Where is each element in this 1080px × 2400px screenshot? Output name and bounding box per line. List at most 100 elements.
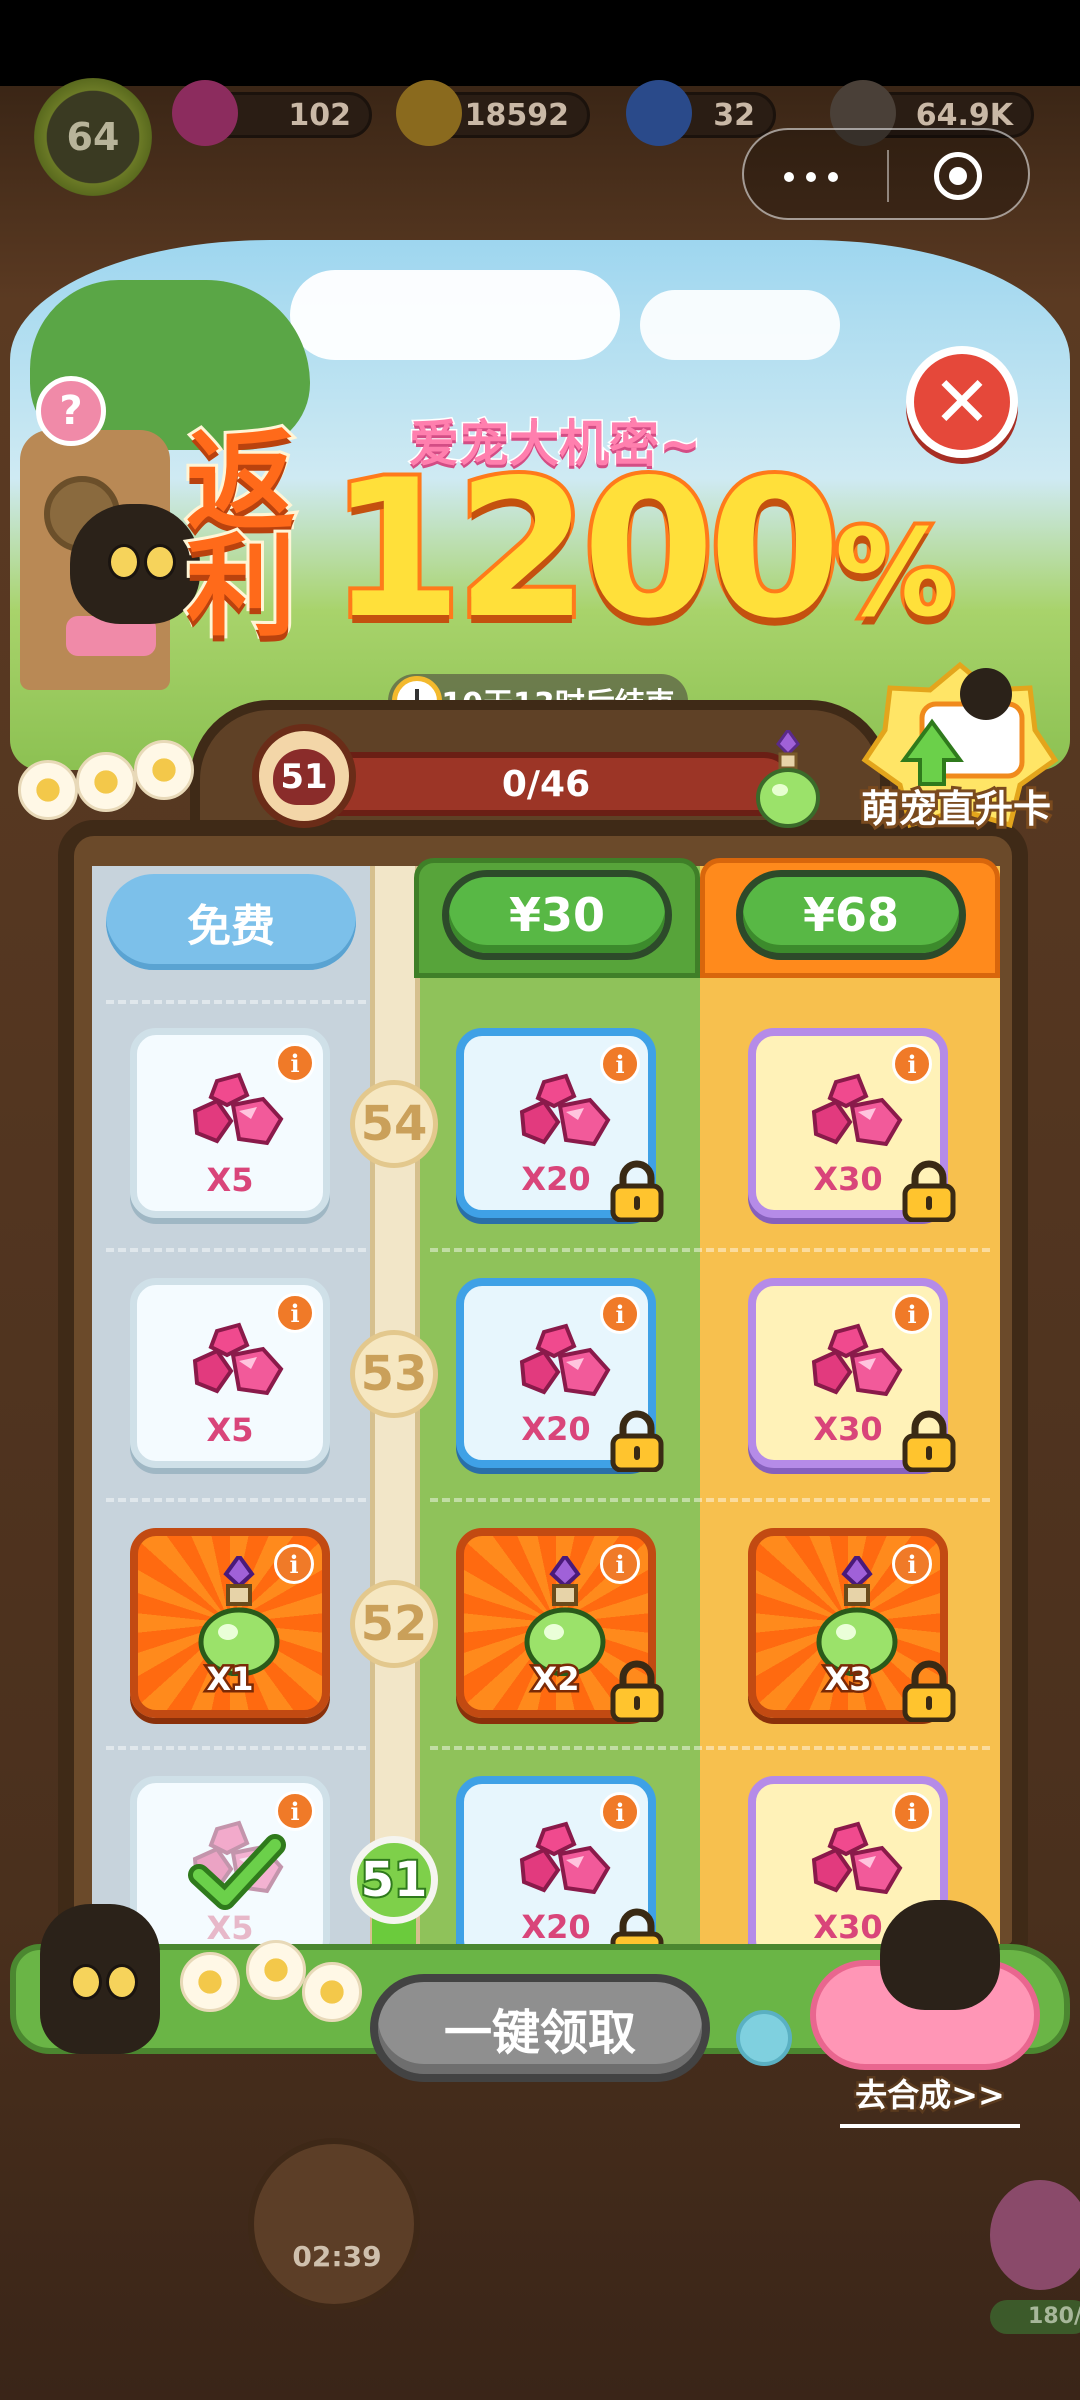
tier30-reward-card[interactable]: i X2 [456, 1528, 664, 1722]
buy-68-button[interactable]: ¥68 [736, 870, 966, 960]
bottom-timer: 02:39 [292, 2240, 382, 2273]
cat-eye [108, 544, 140, 580]
cat-mascot [70, 504, 200, 624]
help-button[interactable]: ? [36, 376, 106, 446]
reward-quantity: X5 [206, 1161, 254, 1199]
gem-icon [811, 1821, 903, 1895]
tier68-reward-card[interactable]: i X30 [748, 1028, 956, 1222]
flower-decoration [302, 1962, 362, 2022]
title-number: 1200 [326, 439, 845, 660]
reward-quantity: X1 [204, 1658, 256, 1701]
info-icon[interactable]: i [275, 1043, 315, 1083]
buy-30-button[interactable]: ¥30 [442, 870, 672, 960]
capsule-divider [887, 150, 889, 202]
potion-icon [756, 730, 820, 828]
info-icon[interactable]: i [274, 1544, 314, 1584]
info-icon[interactable]: i [892, 1294, 932, 1334]
help-icon: ? [59, 388, 83, 434]
cloud [290, 270, 620, 360]
reward-quantity: X5 [206, 1909, 254, 1947]
gem-icon [519, 1323, 611, 1397]
title-percent: % [831, 501, 959, 648]
flower-decoration [180, 1952, 240, 2012]
gem-icon [192, 1072, 284, 1146]
more-menu-button[interactable] [764, 140, 874, 212]
exit-miniprogram-button[interactable] [934, 152, 982, 200]
go-synthesize-link[interactable]: 去合成>> [840, 2070, 1020, 2128]
cloud [640, 290, 840, 360]
info-icon[interactable]: i [892, 1544, 932, 1584]
free-reward-card[interactable]: i X5 [130, 1776, 330, 1966]
gem-icon [519, 1821, 611, 1895]
check-icon [188, 1834, 286, 1910]
cat-mascot [40, 1904, 160, 2054]
row-divider [430, 1248, 990, 1252]
lock-icon [902, 1410, 956, 1472]
gem-icon [811, 1323, 903, 1397]
flower-decoration [18, 760, 78, 820]
info-icon[interactable]: i [600, 1294, 640, 1334]
info-icon[interactable]: i [600, 1044, 640, 1084]
cat-eye [144, 544, 176, 580]
free-reward-card[interactable]: i X5 [130, 1028, 330, 1218]
flower-decoration [134, 740, 194, 800]
status-bar [0, 0, 1080, 86]
gem-icon [811, 1073, 903, 1147]
cat-mascot [880, 1900, 1000, 2010]
tier30-reward-card[interactable]: i X20 [456, 1776, 664, 1970]
cat-eye [70, 1964, 102, 2000]
bottom-timer-bubble[interactable] [248, 2138, 420, 2310]
pet-upgrade-card-label[interactable]: 萌宠直升卡 [846, 778, 1066, 834]
lock-icon [902, 1160, 956, 1222]
row-divider [430, 1746, 990, 1750]
reward-quantity: X5 [206, 1411, 254, 1449]
tier68-reward-card[interactable]: i X30 [748, 1278, 956, 1472]
tier30-reward-card[interactable]: i X20 [456, 1278, 664, 1472]
row-divider [106, 1498, 366, 1502]
piggy-progress: 180/ [990, 2300, 1080, 2334]
player-level[interactable]: 64 [34, 78, 152, 196]
lock-icon [610, 1410, 664, 1472]
close-button[interactable]: ✕ [906, 346, 1018, 458]
info-icon[interactable]: i [892, 1044, 932, 1084]
free-tier-header: 免费 [106, 874, 356, 970]
info-icon[interactable]: i [600, 1544, 640, 1584]
lock-icon [902, 1660, 956, 1722]
info-icon[interactable]: i [600, 1792, 640, 1832]
level-marker: 53 [350, 1330, 438, 1418]
title-char: 利 [183, 523, 299, 651]
level-progress: 0/46 [296, 752, 796, 816]
energy-icon [626, 80, 692, 146]
event-title-prefix: 返 利 [183, 418, 336, 660]
potion-icon [524, 1556, 606, 1676]
row-divider [106, 1248, 366, 1252]
current-level: 51 [273, 749, 335, 805]
row-divider [430, 1498, 990, 1502]
event-title: 1200% [326, 446, 959, 654]
miniprogram-capsule [742, 128, 1030, 220]
tier30-reward-card[interactable]: i X20 [456, 1028, 664, 1222]
free-reward-card[interactable]: i X1 [130, 1528, 330, 1718]
free-reward-card[interactable]: i X5 [130, 1278, 330, 1468]
level-marker: 51 [350, 1836, 438, 1924]
cat-eye [106, 1964, 138, 2000]
level-marker: 52 [350, 1580, 438, 1668]
lock-icon [610, 1660, 664, 1722]
gem-icon [172, 80, 238, 146]
gem-icon [192, 1322, 284, 1396]
info-icon[interactable]: i [892, 1792, 932, 1832]
tier68-reward-card[interactable]: i X3 [748, 1528, 956, 1722]
level-marker: 54 [350, 1080, 438, 1168]
row-divider [106, 1746, 366, 1750]
info-icon[interactable]: i [275, 1293, 315, 1333]
title-char: 返 [183, 418, 299, 546]
flower-decoration [246, 1940, 306, 2000]
claim-all-button[interactable]: 一键领取 [370, 1974, 710, 2082]
yarn-ball [736, 2010, 792, 2066]
info-icon[interactable]: i [275, 1791, 315, 1831]
piggy-bank-icon[interactable] [990, 2180, 1080, 2290]
gem-icon [519, 1073, 611, 1147]
paw-level-badge: 51 [252, 724, 356, 828]
coin-icon [396, 80, 462, 146]
potion-icon [198, 1556, 280, 1676]
